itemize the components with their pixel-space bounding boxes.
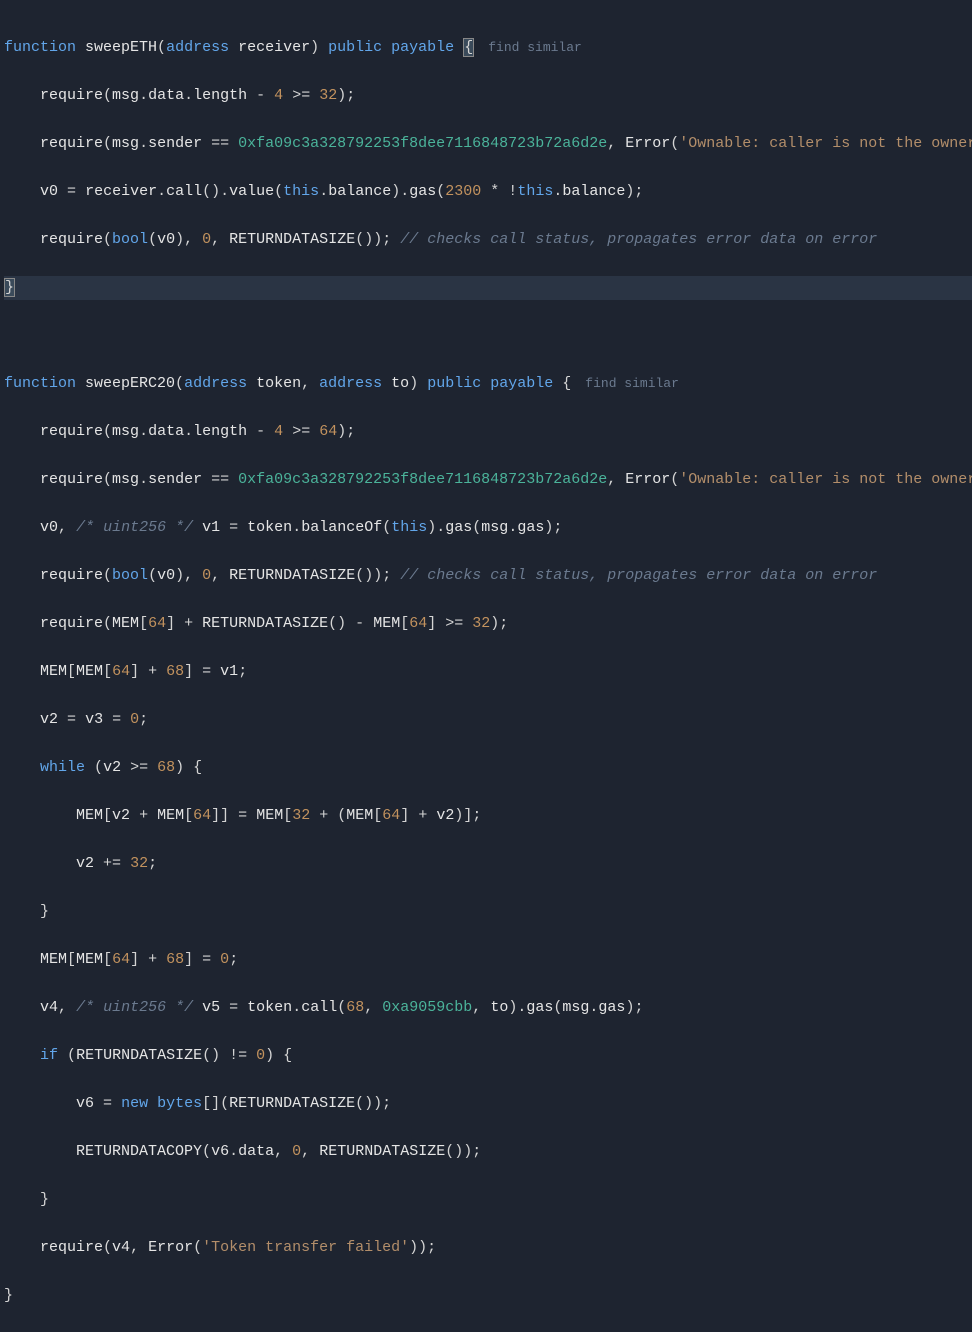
code-line[interactable]: require(bool(v0), 0, RETURNDATASIZE()); … [4,564,972,588]
string-literal: 'Ownable: caller is not the owner' [679,471,972,488]
code-line[interactable]: require(msg.sender == 0xfa09c3a328792253… [4,468,972,492]
code-line[interactable]: RETURNDATACOPY(v6.data, 0, RETURNDATASIZ… [4,1140,972,1164]
code-editor[interactable]: function sweepETH(address receiver) publ… [0,12,972,1332]
code-line[interactable]: } [4,1188,972,1212]
find-similar-link[interactable]: find similar [585,376,679,391]
code-line[interactable]: require(MEM[64] + RETURNDATASIZE() - MEM… [4,612,972,636]
code-line[interactable]: v6 = new bytes[](RETURNDATASIZE()); [4,1092,972,1116]
brace-close: } [4,278,15,297]
code-line[interactable]: require(v4, Error('Token transfer failed… [4,1236,972,1260]
string-literal: 'Ownable: caller is not the owner' [679,135,972,152]
code-line[interactable]: require(msg.sender == 0xfa09c3a328792253… [4,132,972,156]
code-line[interactable]: v4, /* uint256 */ v5 = token.call(68, 0x… [4,996,972,1020]
function-name: sweepERC20 [85,375,175,392]
keyword-while: while [40,759,85,776]
selector-literal: 0xa9059cbb [382,999,472,1016]
code-line[interactable]: function sweepERC20(address token, addre… [4,372,972,396]
keyword-new: new [121,1095,148,1112]
code-line[interactable]: if (RETURNDATASIZE() != 0) { [4,1044,972,1068]
comment: // checks call status, propagates error … [400,567,877,584]
brace-open: { [463,38,474,57]
comment: // checks call status, propagates error … [400,231,877,248]
code-line[interactable]: require(msg.data.length - 4 >= 64); [4,420,972,444]
keyword-type: address [166,39,229,56]
keyword-public: public [328,39,382,56]
code-line[interactable]: MEM[v2 + MEM[64]] = MEM[32 + (MEM[64] + … [4,804,972,828]
code-line[interactable]: require(msg.data.length - 4 >= 32); [4,84,972,108]
keyword-payable: payable [391,39,454,56]
code-line[interactable]: } [4,900,972,924]
code-line[interactable]: v2 = v3 = 0; [4,708,972,732]
comment: /* uint256 */ [76,519,193,536]
code-line[interactable]: require(bool(v0), 0, RETURNDATASIZE()); … [4,228,972,252]
code-line[interactable]: v0 = receiver.call().value(this.balance)… [4,180,972,204]
keyword-if: if [40,1047,58,1064]
keyword-function: function [4,39,76,56]
code-line[interactable]: while (v2 >= 68) { [4,756,972,780]
code-line[interactable]: MEM[MEM[64] + 68] = 0; [4,948,972,972]
code-line[interactable]: v0, /* uint256 */ v1 = token.balanceOf(t… [4,516,972,540]
code-line[interactable]: MEM[MEM[64] + 68] = v1; [4,660,972,684]
find-similar-link[interactable]: find similar [488,40,582,55]
code-line-active[interactable]: } [4,276,972,300]
param: receiver [238,39,310,56]
comment: /* uint256 */ [76,999,193,1016]
blank-line [4,324,972,348]
address-literal: 0xfa09c3a328792253f8dee7116848723b72a6d2… [238,471,607,488]
require-call: require [40,87,103,104]
code-line[interactable]: v2 += 32; [4,852,972,876]
code-line[interactable]: } [4,1284,972,1308]
code-line[interactable]: function sweepETH(address receiver) publ… [4,36,972,60]
function-name: sweepETH [85,39,157,56]
string-literal: 'Token transfer failed' [202,1239,409,1256]
address-literal: 0xfa09c3a328792253f8dee7116848723b72a6d2… [238,135,607,152]
